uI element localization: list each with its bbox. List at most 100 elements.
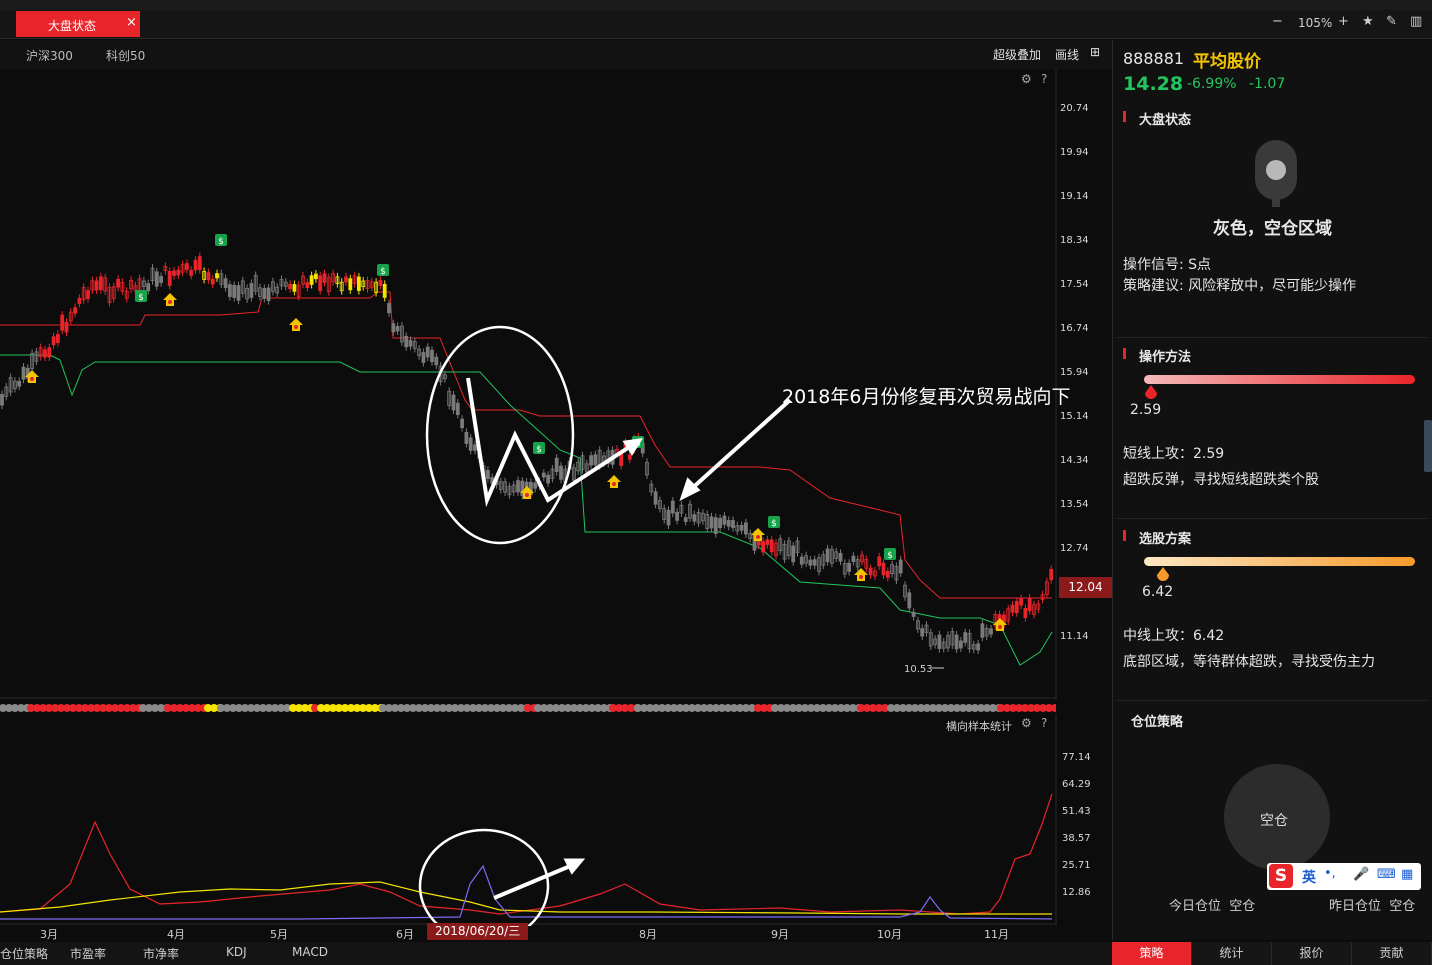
buy-signal-icon — [756, 535, 760, 539]
candle-body — [434, 356, 439, 366]
chart-header — [0, 40, 1112, 70]
candle-body — [812, 559, 817, 566]
candle-body — [976, 643, 980, 651]
candle-body — [60, 314, 65, 331]
ime-lang[interactable]: 英 — [1302, 867, 1316, 887]
month-label: 8月 — [639, 928, 657, 941]
method-value: 2.59 — [1130, 402, 1162, 418]
candle-body — [288, 283, 293, 290]
candle-body — [559, 465, 563, 480]
candle-body — [313, 273, 318, 280]
candle-body — [404, 335, 409, 348]
buy-signal-icon — [168, 300, 172, 304]
candle-body — [1023, 607, 1028, 619]
candle-body — [451, 394, 456, 411]
draw-line-button[interactable]: 画线 — [1055, 46, 1079, 63]
candle-body — [430, 349, 434, 363]
candle-body — [464, 431, 469, 444]
candle-body — [761, 541, 765, 553]
candle-body — [154, 271, 159, 287]
candle-body — [292, 284, 297, 292]
annotation-arrow — [686, 398, 792, 494]
candle-body — [516, 480, 520, 493]
candle-body — [485, 470, 490, 480]
change-value: -1.07 — [1249, 76, 1286, 92]
sogou-icon[interactable]: S — [1269, 864, 1293, 888]
sell-signal-icon: $ — [887, 551, 893, 561]
buy-signal-icon — [289, 318, 303, 331]
candle-body — [322, 273, 327, 283]
selection-title: 选股方案 — [1139, 532, 1192, 547]
y-tick: 12.86 — [1062, 887, 1091, 898]
tab-pb[interactable]: 市净率 — [143, 945, 179, 962]
candle-body — [769, 539, 774, 553]
candle-body — [666, 509, 671, 526]
keyboard-icon[interactable]: ⌨ — [1377, 867, 1396, 882]
ime-punct[interactable]: •, — [1324, 866, 1336, 881]
candle-body — [808, 559, 813, 566]
tab-position-strategy[interactable]: 仓位策略 — [0, 945, 48, 962]
right-tab-contribution[interactable]: 贡献 — [1352, 942, 1432, 965]
zoom-out-button[interactable]: − — [1272, 14, 1283, 29]
right-tab-quote[interactable]: 报价 — [1272, 942, 1352, 965]
candle-body — [73, 307, 77, 314]
y-tick: 15.94 — [1060, 367, 1089, 378]
month-label: 10月 — [877, 928, 902, 941]
close-icon[interactable]: × — [126, 15, 137, 30]
right-tab-strategy[interactable]: 策略 — [1112, 942, 1192, 965]
candle-body — [378, 279, 383, 286]
sell-signal-icon: $ — [536, 445, 542, 455]
candle-body — [391, 323, 396, 333]
panel-icon[interactable]: ▥ — [1410, 14, 1422, 29]
y-tick: 16.74 — [1060, 323, 1089, 334]
pen-icon[interactable]: ✎ — [1386, 14, 1397, 29]
candle-body — [262, 288, 267, 299]
candle-body — [877, 556, 882, 567]
tab-kdj[interactable]: KDJ — [226, 945, 247, 959]
y-tick: 17.54 — [1060, 279, 1089, 290]
overlay-button[interactable]: 超级叠加 — [993, 46, 1041, 63]
candle-body — [94, 280, 99, 291]
candle-body — [959, 640, 963, 649]
candles — [0, 252, 1054, 654]
candle-body — [541, 472, 546, 478]
candle-body — [197, 256, 202, 271]
grid-icon[interactable]: ⊞ — [1090, 45, 1100, 59]
annotation-arrowhead — [563, 858, 586, 875]
candle-body — [184, 263, 189, 270]
tab-market-state[interactable]: 大盘状态 × — [16, 11, 140, 37]
candle-body — [937, 634, 942, 649]
apps-icon[interactable]: ▦ — [1401, 867, 1413, 882]
candle-body — [236, 285, 241, 301]
ime-toolbar[interactable]: S 英 •, 🎤 ⌨ ▦ — [1267, 863, 1421, 890]
candle-body — [907, 592, 912, 609]
star-icon[interactable]: ★ — [1362, 14, 1374, 29]
candle-body — [619, 453, 624, 466]
buy-signal-icon — [294, 325, 298, 329]
candle-body — [739, 524, 744, 531]
candle-body — [1019, 598, 1023, 606]
side-scroll-handle[interactable] — [1424, 420, 1432, 472]
menu-bar — [0, 0, 1432, 10]
tab-pe[interactable]: 市盈率 — [70, 945, 106, 962]
index-tab-kc50[interactable]: 科创50 — [106, 47, 145, 64]
candle-body — [731, 520, 735, 529]
candle-body — [305, 282, 310, 288]
y-tick: 13.54 — [1060, 499, 1089, 510]
mic-icon[interactable]: 🎤 — [1353, 867, 1369, 882]
tab-macd[interactable]: MACD — [292, 945, 328, 959]
index-tab-hs300[interactable]: 沪深300 — [26, 47, 73, 64]
divider — [1117, 337, 1427, 338]
candle-body — [722, 515, 727, 525]
min-price-label: 10.53 — [904, 664, 933, 675]
short-attack: 短线上攻：2.59 — [1123, 446, 1225, 462]
right-tab-stats[interactable]: 统计 — [1192, 942, 1272, 965]
candle-body — [963, 632, 968, 643]
candle-body — [692, 514, 697, 522]
buy-signal-icon — [30, 377, 34, 381]
sample-stat-chart[interactable] — [0, 714, 1060, 926]
annotation-arrow — [493, 862, 576, 900]
zoom-in-button[interactable]: + — [1338, 14, 1349, 29]
method-marker — [1145, 385, 1157, 399]
candle-body — [309, 275, 314, 285]
